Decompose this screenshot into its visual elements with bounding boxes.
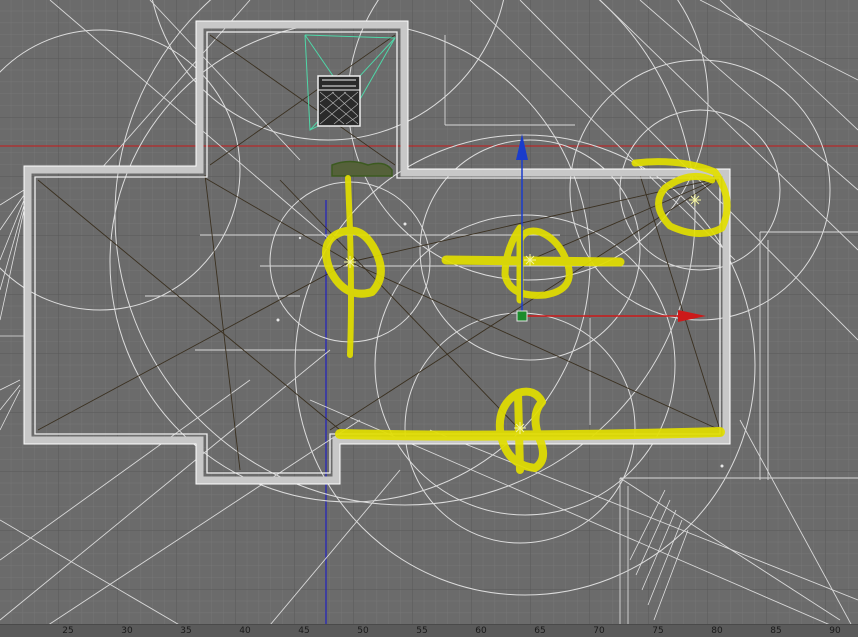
ruler-tick-label: 90 [829,626,841,636]
ruler-tick-label: 70 [593,626,605,636]
ruler-tick-label: 35 [180,626,192,636]
ruler-tick-label: 75 [652,626,664,636]
ruler-tick-label: 55 [416,626,428,636]
ruler-tick-label: 80 [711,626,723,636]
ruler-tick-label: 25 [62,626,74,636]
scene-canvas[interactable] [0,0,858,637]
viewport-top[interactable]: 25 30 35 40 45 50 55 60 65 70 75 80 85 90 [0,0,858,637]
camera-object[interactable] [317,75,361,127]
ruler-tick-label: 50 [357,626,369,636]
gizmo-center[interactable] [516,310,528,322]
ruler-tick-label: 60 [475,626,487,636]
ruler-tick-label: 65 [534,626,546,636]
wall-fixture [331,160,393,177]
time-ruler[interactable]: 25 30 35 40 45 50 55 60 65 70 75 80 85 90 [0,624,858,637]
ruler-tick-label: 30 [121,626,133,636]
ruler-tick-label: 45 [298,626,310,636]
ruler-tick-label: 85 [770,626,782,636]
ruler-tick-label: 40 [239,626,251,636]
